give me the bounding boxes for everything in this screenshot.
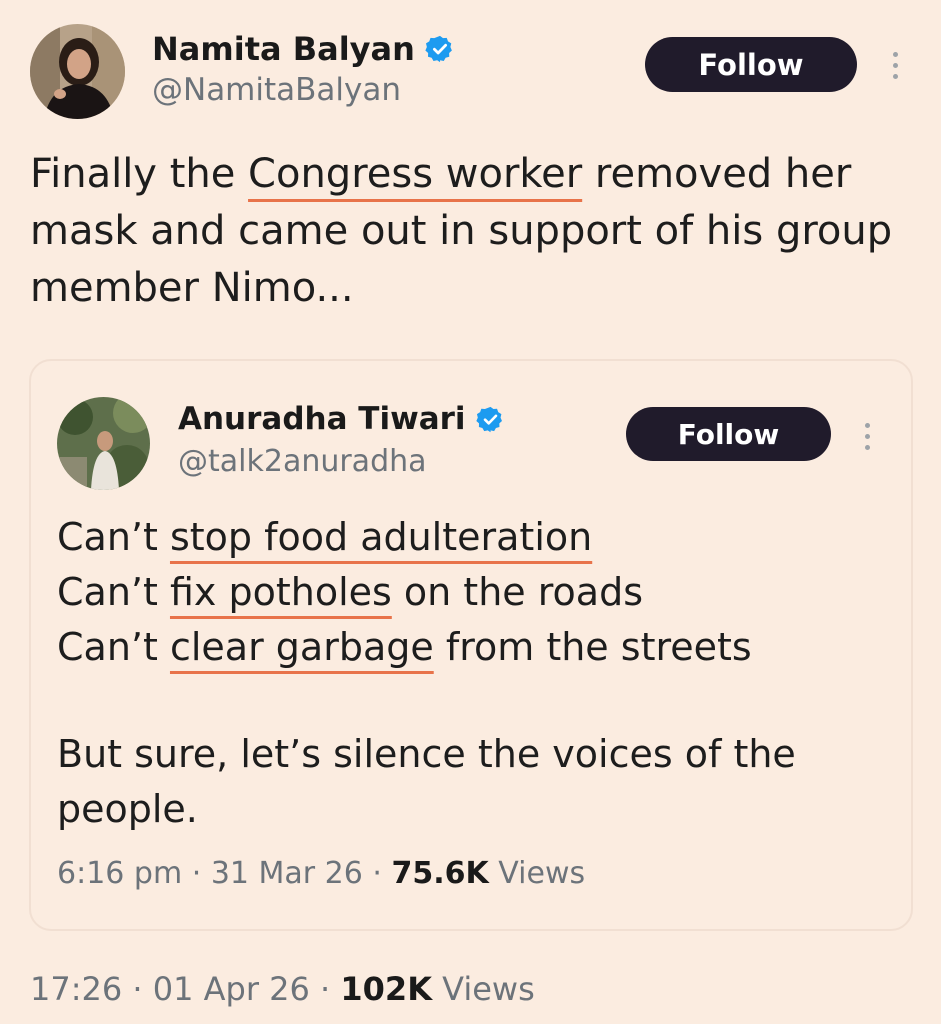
verified-badge-icon [475,405,505,434]
tweet-views-label: Views [442,970,535,1008]
quoted-author-handle[interactable]: @talk2anuradha [178,444,427,479]
quoted-line-prefix: Can’t [57,625,170,669]
quoted-line: Can’t fix potholes on the roads [57,565,897,620]
quoted-line-highlight: fix potholes [169,570,392,614]
quoted-follow-button[interactable]: Follow [626,407,831,461]
meta-separator: · [132,970,143,1008]
quoted-author-name-row: Anuradha Tiwari [178,401,505,437]
author-avatar[interactable] [30,24,125,119]
tweet-date[interactable]: 01 Apr 26 [153,970,310,1008]
quoted-line-suffix: from the streets [433,625,752,669]
quoted-line: Can’t clear garbage from the streets [57,620,897,675]
tweet-views-count: 102K [340,970,432,1008]
tweet-text-before: Finally the [30,151,249,197]
author-name-row: Namita Balyan [152,30,455,68]
quoted-author-name[interactable]: Anuradha Tiwari [178,401,466,437]
tweet-meta: 17:26 · 01 Apr 26 · 102K Views [30,970,535,1008]
quoted-line-suffix: on the roads [391,570,643,614]
tweet-time[interactable]: 17:26 [30,970,122,1008]
verified-badge-icon [425,34,455,64]
more-vertical-icon[interactable] [885,52,905,79]
quoted-tweet-meta: 6:16 pm · 31 Mar 26 · 75.6K Views [57,856,585,891]
quoted-line-prefix: Can’t [57,570,170,614]
tweet-text: Finally the Congress worker removed her … [30,146,920,317]
quoted-date[interactable]: 31 Mar 26 [211,856,363,891]
quoted-views-label: Views [498,856,586,891]
more-vertical-icon[interactable] [857,423,877,450]
quoted-line-prefix: Can’t [57,515,170,559]
follow-button[interactable]: Follow [645,37,857,92]
quoted-author-avatar[interactable] [57,397,150,490]
quoted-line: Can’t stop food adulteration [57,510,897,565]
meta-separator: · [191,856,202,891]
author-name[interactable]: Namita Balyan [152,30,415,68]
quoted-views-count: 75.6K [391,856,489,891]
tweet-screen: Namita Balyan @NamitaBalyan Follow Final… [0,0,941,1024]
quoted-line-highlight: stop food adulteration [169,515,593,559]
quoted-closing-text: But sure, let’s silence the voices of th… [57,732,796,831]
quoted-timestamp[interactable]: 6:16 pm [57,856,182,891]
tweet-text-highlight: Congress worker [248,151,583,197]
meta-separator: · [320,970,331,1008]
meta-separator: · [372,856,382,891]
author-handle[interactable]: @NamitaBalyan [152,72,401,108]
quoted-line-highlight: clear garbage [169,625,434,669]
quoted-tweet-text: Can’t stop food adulteration Can’t fix p… [57,510,897,837]
